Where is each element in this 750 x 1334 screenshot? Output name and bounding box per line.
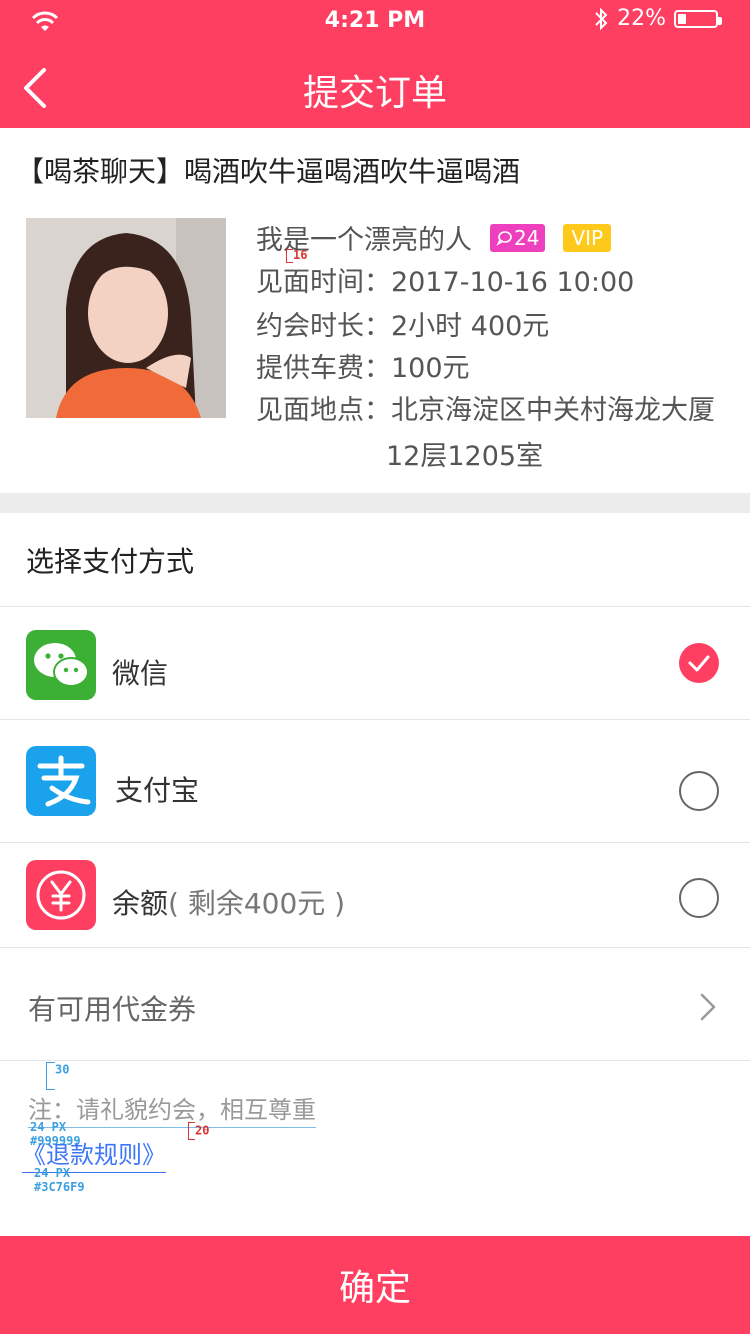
wechat-label: 微信 (112, 657, 169, 690)
checkmark-icon (688, 655, 710, 672)
wechat-radio-checked[interactable] (679, 643, 719, 683)
payment-heading: 选择支付方式 (26, 545, 195, 578)
spacing-annotation: 20 (188, 1122, 209, 1140)
coupon-label: 有可用代金券 (28, 993, 197, 1026)
balance-title: 余额 (112, 887, 169, 920)
font-annotation: 24 PX #3C76F9 (34, 1166, 85, 1194)
battery-percent: 22% (617, 6, 666, 31)
yuan-icon (26, 860, 96, 930)
alipay-radio[interactable] (679, 771, 719, 811)
font-size-annotation: 24 PX (34, 1166, 71, 1180)
section-divider (0, 493, 750, 513)
host-name-row: 我是一个漂亮的人 24 VIP (256, 218, 612, 257)
meet-place-cont: 12层1205室 (386, 441, 544, 472)
page-title: 提交订单 (302, 73, 447, 114)
date-duration: 约会时长：2小时 400元 (256, 311, 550, 342)
alipay-icon (26, 746, 96, 816)
top-header: 4:21 PM 22% 提交订单 (0, 0, 750, 128)
meet-place: 见面地点：北京海淀区中关村海龙大厦 (256, 395, 715, 426)
battery-fill (678, 13, 686, 24)
font-color-annotation: #3C76F9 (34, 1180, 85, 1194)
vip-badge: VIP (563, 223, 612, 252)
balance-remaining: ( 剩余400元 ) (168, 887, 346, 920)
bluetooth-icon (595, 7, 608, 30)
payment-option-alipay[interactable] (0, 720, 750, 842)
spacing-annotation-text: 30 (55, 1062, 70, 1077)
comment-count: 24 (514, 225, 540, 250)
status-indicators: 22% (593, 6, 722, 31)
chat-bubble-icon (496, 230, 512, 246)
balance-radio[interactable] (679, 878, 719, 918)
spacing-annotation-text: 20 (195, 1123, 210, 1138)
meet-time: 见面时间：2017-10-16 10:00 (256, 267, 635, 298)
confirm-button[interactable]: 确定 (0, 1236, 750, 1334)
spacing-annotation: 30 (46, 1062, 69, 1090)
font-size-annotation: 24 PX (30, 1120, 67, 1134)
wechat-icon (26, 630, 96, 700)
alipay-label: 支付宝 (115, 774, 200, 807)
divider (0, 1060, 750, 1061)
order-title: 【喝茶聊天】喝酒吹牛逼喝酒吹牛逼喝酒 (16, 155, 521, 188)
battery-icon (674, 9, 722, 28)
spacing-annotation-text: 16 (293, 248, 308, 262)
spacing-annotation: 16 (286, 248, 307, 263)
chevron-right-icon (700, 993, 716, 1021)
travel-fare: 提供车费：100元 (256, 353, 470, 384)
comment-badge: 24 (490, 223, 546, 252)
balance-label: 余额( 剩余400元 ) (112, 882, 345, 922)
user-avatar (26, 218, 226, 418)
